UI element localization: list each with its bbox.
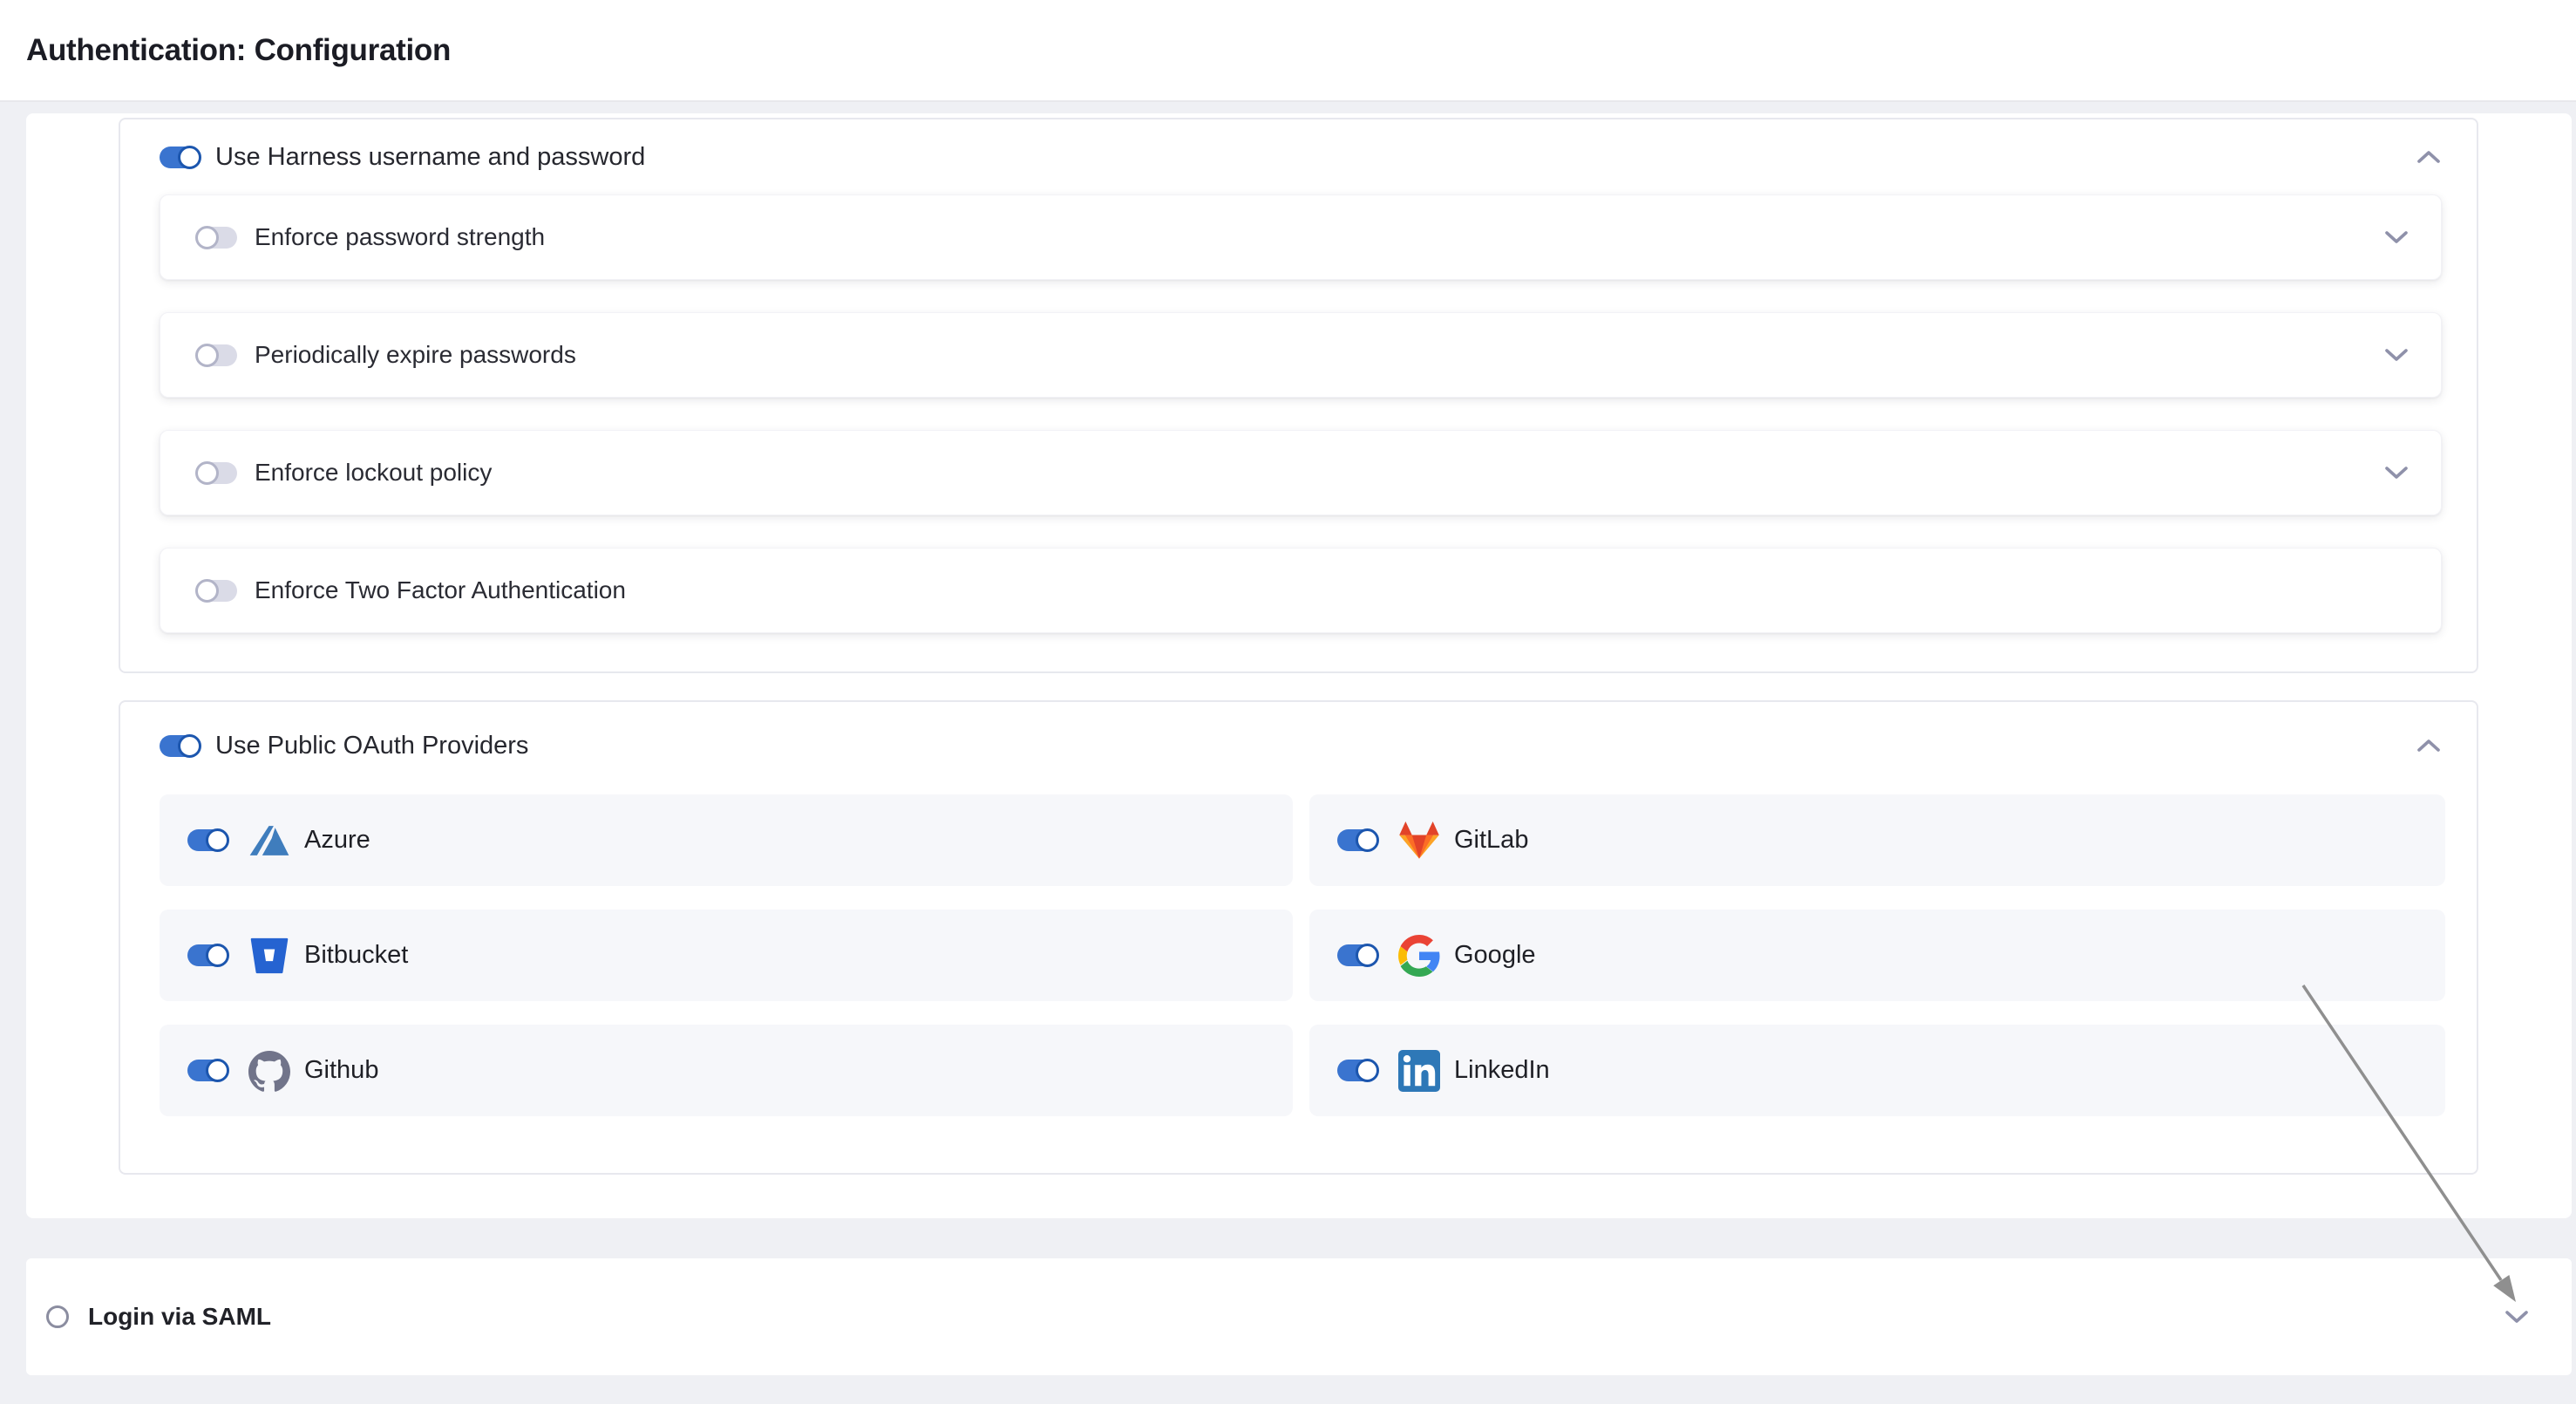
linkedin-toggle[interactable] [1337,1060,1377,1081]
oauth-toggle[interactable] [160,735,200,757]
option-label: Periodically expire passwords [255,341,576,369]
option-expire-passwords[interactable]: Periodically expire passwords [160,312,2442,398]
provider-label: LinkedIn [1454,1056,1550,1085]
option-lockout-policy[interactable]: Enforce lockout policy [160,430,2442,515]
saml-label: Login via SAML [88,1303,271,1331]
harness-options-list: Enforce password strength Periodically e… [120,194,2477,633]
chevron-down-icon[interactable] [2504,1308,2530,1326]
toggle-knob [178,146,201,169]
option-label: Enforce lockout policy [255,459,492,487]
toggle-knob [1356,1059,1379,1082]
toggle-knob [206,944,229,967]
chevron-down-icon[interactable] [2383,464,2409,481]
expire-passwords-toggle[interactable] [197,344,237,366]
harness-login-header[interactable]: Use Harness username and password [120,119,2477,194]
google-toggle[interactable] [1337,944,1377,966]
bitbucket-toggle[interactable] [187,944,228,966]
provider-row-azure: Azure [160,794,1293,886]
password-strength-toggle[interactable] [197,227,237,249]
google-icon [1398,935,1440,977]
option-two-factor-auth[interactable]: Enforce Two Factor Authentication [160,548,2442,633]
github-icon [248,1050,290,1092]
provider-label: Google [1454,941,1536,970]
two-factor-toggle[interactable] [197,580,237,602]
provider-row-github: Github [160,1025,1293,1116]
chevron-down-icon[interactable] [2383,346,2409,364]
toggle-knob [195,226,219,249]
option-label: Enforce password strength [255,223,545,251]
lockout-policy-toggle[interactable] [197,462,237,484]
provider-label: GitLab [1454,826,1528,855]
saml-radio[interactable] [46,1305,69,1328]
provider-label: Github [304,1056,378,1085]
toggle-knob [178,734,201,758]
option-label: Enforce Two Factor Authentication [255,576,626,604]
oauth-provider-grid: Azure GitLab [160,794,2442,1116]
github-toggle[interactable] [187,1060,228,1081]
chevron-up-icon[interactable] [2416,148,2442,166]
provider-row-google: Google [1309,910,2445,1001]
toggle-knob [195,344,219,367]
provider-row-linkedin: LinkedIn [1309,1025,2445,1116]
bitbucket-icon [248,935,290,977]
oauth-label: Use Public OAuth Providers [215,732,528,760]
linkedin-icon [1398,1050,1440,1092]
toggle-knob [206,828,229,852]
oauth-header[interactable]: Use Public OAuth Providers [120,702,2477,789]
azure-icon [248,820,290,862]
gitlab-toggle[interactable] [1337,829,1377,851]
provider-row-bitbucket: Bitbucket [160,910,1293,1001]
toggle-knob [206,1059,229,1082]
saml-card[interactable]: Login via SAML [26,1258,2572,1375]
provider-label: Bitbucket [304,941,408,970]
provider-row-gitlab: GitLab [1309,794,2445,886]
chevron-down-icon[interactable] [2383,228,2409,246]
page-title: Authentication: Configuration [26,33,451,68]
oauth-card: Use Public OAuth Providers Azure [119,700,2478,1175]
toggle-knob [195,461,219,485]
toggle-knob [1356,944,1379,967]
option-enforce-password-strength[interactable]: Enforce password strength [160,194,2442,280]
toggle-knob [1356,828,1379,852]
gitlab-icon [1398,820,1440,862]
chevron-up-icon[interactable] [2416,737,2442,754]
azure-toggle[interactable] [187,829,228,851]
auth-settings-panel: Use Harness username and password Enforc… [26,113,2572,1218]
harness-login-card: Use Harness username and password Enforc… [119,118,2478,673]
harness-login-label: Use Harness username and password [215,143,645,172]
page-header: Authentication: Configuration [0,0,2576,102]
provider-label: Azure [304,826,370,855]
harness-login-toggle[interactable] [160,147,200,168]
toggle-knob [195,579,219,603]
